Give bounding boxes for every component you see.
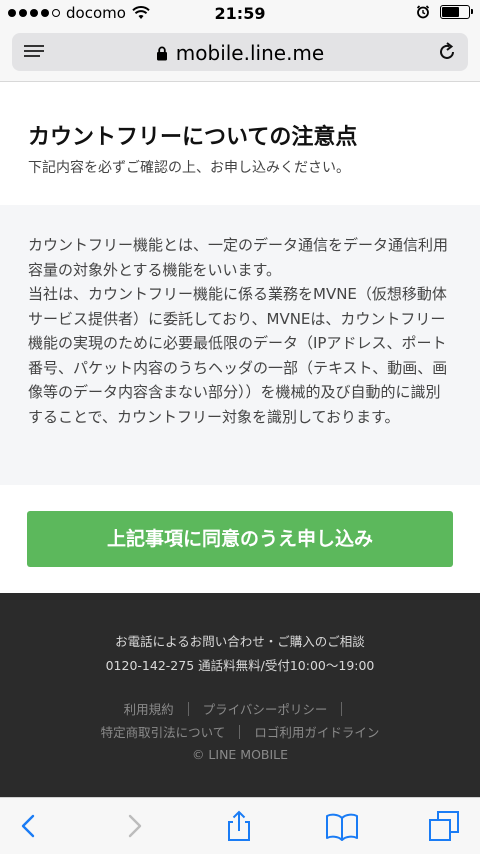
page-subtitle: 下記内容を必ずご確認の上、お申し込みください。	[28, 160, 350, 176]
browser-address-area: mobile.line.me	[0, 28, 480, 82]
footer-links-row-1: 利用規約 プライバシーポリシー	[0, 699, 480, 718]
link-divider	[341, 702, 343, 716]
footer-contact-label: お電話によるお問い合わせ・ご購入のご相談	[115, 634, 365, 649]
notice-body: カウントフリー機能とは、一定のデータ通信をデータ通信利用容量の対象外とする機能を…	[0, 205, 480, 485]
page-title: カウントフリーについての注意点	[28, 125, 358, 150]
back-icon[interactable]	[12, 810, 46, 842]
bookmarks-icon[interactable]	[325, 810, 359, 842]
link-divider	[239, 725, 241, 739]
footer-links-row-2: 特定商取引法について ロゴ利用ガイドライン	[0, 722, 480, 741]
browser-toolbar	[0, 797, 480, 854]
link-divider	[187, 702, 189, 716]
url-display[interactable]: mobile.line.me	[12, 41, 468, 65]
status-right	[416, 5, 473, 19]
url-text: mobile.line.me	[175, 41, 325, 65]
notice-paragraph-2: 当社は、カウントフリー機能に係る業務をMVNE（仮想移動体サービス提供者）に委託…	[28, 285, 448, 426]
share-icon[interactable]	[222, 810, 256, 842]
notice-header: カウントフリーについての注意点 下記内容を必ずご確認の上、お申し込みください。	[0, 83, 480, 205]
alarm-icon	[416, 5, 430, 19]
notice-paragraph-1: カウントフリー機能とは、一定のデータ通信をデータ通信利用容量の対象外とする機能を…	[28, 236, 449, 279]
reload-icon[interactable]	[436, 41, 458, 63]
footer: お電話によるお問い合わせ・ご購入のご相談 0120-142-275 通話料無料/…	[0, 593, 480, 797]
privacy-policy-link[interactable]: プライバシーポリシー	[203, 702, 328, 717]
copyright: © LINE MOBILE	[191, 747, 289, 762]
address-bar[interactable]: mobile.line.me	[12, 33, 468, 71]
footer-phone[interactable]: 0120-142-275 通話料無料/受付10:00～19:00	[0, 655, 480, 674]
logo-guidelines-link[interactable]: ロゴ利用ガイドライン	[254, 725, 379, 740]
terms-link[interactable]: 利用規約	[124, 702, 174, 717]
agree-and-apply-button[interactable]: 上記事項に同意のうえ申し込み	[27, 511, 453, 567]
tabs-icon[interactable]	[428, 810, 462, 842]
battery-icon	[440, 5, 473, 19]
lock-icon	[156, 46, 167, 61]
cta-section: 上記事項に同意のうえ申し込み	[0, 485, 480, 593]
status-bar: docomo 21:59	[0, 0, 480, 28]
status-time: 21:59	[214, 4, 266, 23]
commerce-law-link[interactable]: 特定商取引法について	[101, 725, 226, 740]
forward-icon[interactable]	[117, 810, 151, 842]
notice-text: カウントフリー機能とは、一定のデータ通信をデータ通信利用容量の対象外とする機能を…	[28, 233, 454, 429]
